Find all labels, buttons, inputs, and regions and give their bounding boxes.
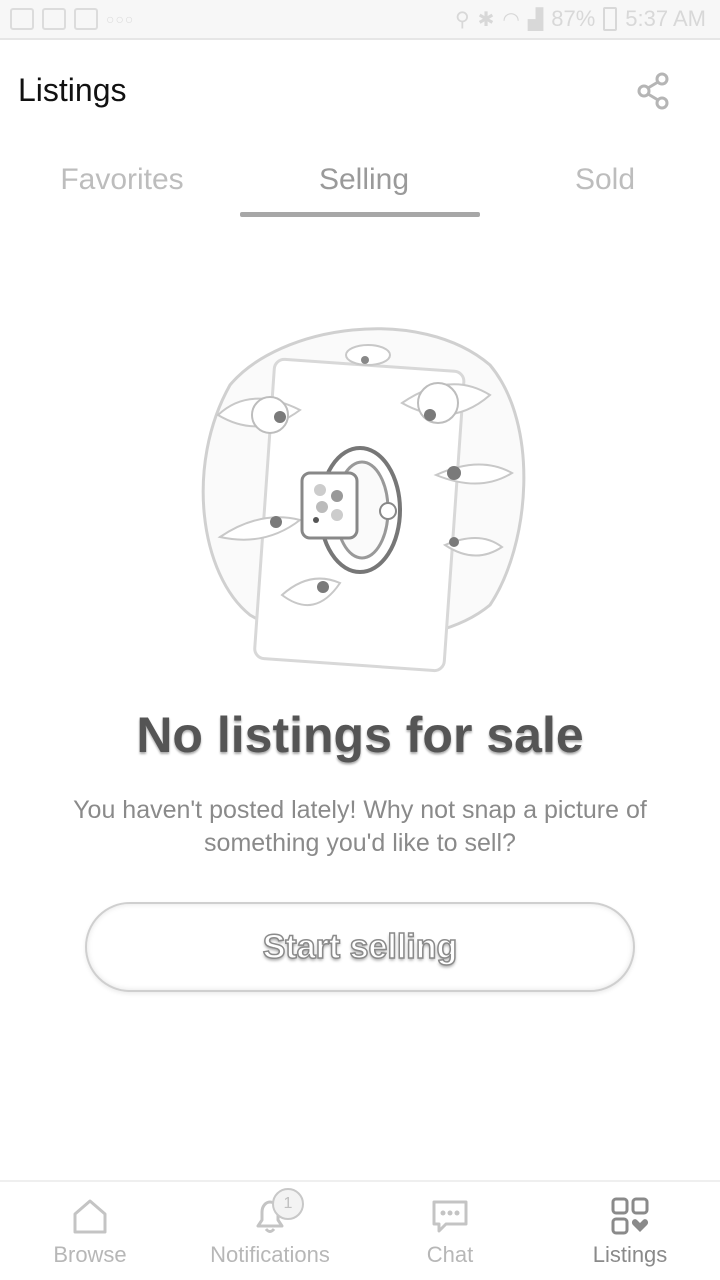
status-bar: ○○○ ⚲ ✱ ◠ ▟ 87% 5:37 AM <box>0 0 720 40</box>
eye-top <box>345 344 391 366</box>
mail-icon <box>74 8 98 30</box>
check-icon <box>42 8 66 30</box>
nav-label-browse: Browse <box>53 1242 127 1267</box>
grid-heart-icon <box>611 1197 649 1235</box>
tab-sold[interactable]: Sold <box>485 150 720 214</box>
tab-selling[interactable]: Selling <box>244 150 484 214</box>
page-title: Listings <box>18 72 127 108</box>
tab-indicator <box>240 212 480 217</box>
more-dots-icon: ○○○ <box>106 11 135 27</box>
empty-state-title: No listings for sale <box>136 707 584 763</box>
bottom-navigation: Browse Notifications Chat Listings <box>0 1180 720 1280</box>
photo-icon <box>10 8 34 30</box>
status-bar-notifications: ○○○ <box>10 8 134 30</box>
share-icon <box>637 72 669 110</box>
tab-favorites[interactable]: Favorites <box>2 150 242 214</box>
share-button[interactable] <box>628 68 678 114</box>
nav-item-browse[interactable]: Browse <box>0 1182 180 1280</box>
home-icon <box>73 1199 107 1234</box>
bluetooth-icon: ✱ <box>477 8 495 31</box>
clock: 5:37 AM <box>625 6 706 31</box>
notification-badge: 1 <box>272 1188 304 1220</box>
signal-icon: ▟ <box>527 8 544 31</box>
battery-percent: 87% <box>551 6 596 31</box>
empty-state-description: You haven't posted lately! Why not snap … <box>73 796 647 857</box>
nav-label-listings: Listings <box>592 1242 668 1267</box>
nav-item-notifications[interactable]: Notifications <box>180 1182 360 1280</box>
wifi-icon: ◠ <box>502 8 520 31</box>
nav-label-chat: Chat <box>426 1242 474 1267</box>
watch-with-eyes-illustration <box>201 327 526 673</box>
battery-icon <box>603 7 618 31</box>
listing-tabs: Favorites Selling Sold <box>0 150 720 220</box>
nav-label-notifications: Notifications <box>210 1242 330 1267</box>
chat-icon <box>432 1200 468 1233</box>
nav-item-listings[interactable]: Listings <box>540 1182 720 1280</box>
listings-screen: ○○○ ⚲ ✱ ◠ ▟ 87% 5:37 AM Listings Favorit… <box>0 0 720 1280</box>
nav-item-chat[interactable]: Chat <box>360 1182 540 1280</box>
location-icon: ⚲ <box>454 8 470 31</box>
start-selling-button[interactable]: Start selling <box>85 902 635 992</box>
status-bar-system: ⚲ ✱ ◠ ▟ 87% 5:37 AM <box>455 6 706 32</box>
